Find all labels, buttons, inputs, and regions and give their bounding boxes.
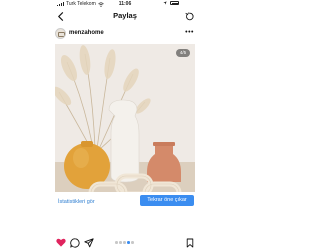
- like-button[interactable]: [55, 237, 66, 248]
- carousel-dot: [123, 241, 126, 244]
- refresh-button[interactable]: [183, 9, 195, 24]
- location-icon: [163, 1, 167, 5]
- status-bar: Turk Telekom 11:06: [0, 0, 250, 8]
- carousel-dot: [131, 241, 134, 244]
- battery-icon: [170, 1, 179, 5]
- more-options-button[interactable]: •••: [185, 28, 194, 37]
- carousel-dot: [119, 241, 122, 244]
- carousel-indicator: [115, 241, 134, 244]
- save-button[interactable]: [184, 237, 195, 248]
- promote-again-button[interactable]: Tekrar öne çıkar: [140, 195, 194, 206]
- photo-counter: 4/5: [176, 49, 190, 57]
- page-title: Paylaş: [113, 11, 137, 20]
- status-time: 11:06: [118, 1, 132, 7]
- refresh-icon: [184, 12, 194, 21]
- view-insights-link[interactable]: İstatistikleri gör: [58, 197, 95, 207]
- status-right: [163, 1, 179, 5]
- post-photo[interactable]: 4/5: [55, 44, 195, 192]
- comment-icon: [69, 237, 80, 248]
- carousel-dot: [115, 241, 118, 244]
- comment-button[interactable]: [69, 237, 80, 248]
- username[interactable]: menzahome: [69, 30, 104, 36]
- carousel-dot-active: [127, 241, 130, 244]
- avatar[interactable]: [55, 28, 66, 39]
- heart-filled-icon: [55, 238, 66, 247]
- bookmark-icon: [186, 238, 193, 247]
- action-row: [55, 237, 195, 249]
- paper-plane-icon: [83, 237, 94, 247]
- share-button[interactable]: [83, 237, 94, 248]
- post-header: menzahome •••: [55, 28, 195, 40]
- top-nav: Paylaş: [55, 9, 195, 24]
- vase-still-life-image: [55, 44, 195, 192]
